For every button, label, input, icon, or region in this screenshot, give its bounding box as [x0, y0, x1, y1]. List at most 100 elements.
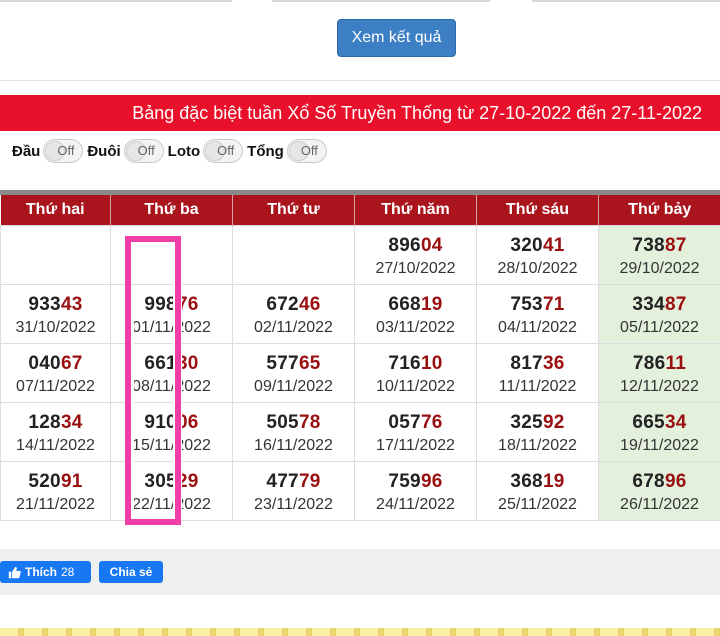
- prize-number-tail: 43: [60, 293, 83, 315]
- result-cell: 57765 09/11/2022: [232, 342, 355, 403]
- result-cell: 12834 14/11/2022: [0, 401, 111, 462]
- prize-number-head: 520: [28, 470, 61, 492]
- result-cell: 99876 01/11/2022: [110, 283, 233, 344]
- prize-number-tail: 19: [542, 470, 565, 492]
- form-field-edge[interactable]: [0, 0, 232, 2]
- filter-toggles: Đầu Off Đuôi Off Loto Off Tổng Off: [12, 138, 331, 164]
- draw-date: 19/11/2022: [620, 436, 699, 454]
- result-cell: 75996 24/11/2022: [354, 460, 477, 521]
- prize-number-head: 368: [510, 470, 543, 492]
- form-field-edge[interactable]: [272, 0, 490, 2]
- prize-number-head: 678: [632, 470, 665, 492]
- prize-number: 52091: [1, 470, 110, 494]
- dau-switch[interactable]: Off: [43, 139, 84, 163]
- facebook-share-button[interactable]: Chia sẻ: [99, 561, 163, 583]
- facebook-like-button[interactable]: Thích 28: [0, 561, 91, 583]
- table-row: 04067 07/11/2022 66130 08/11/2022 57765 09/11…: [0, 342, 720, 403]
- draw-date: 05/11/2022: [620, 318, 699, 336]
- prize-number: 71610: [355, 352, 476, 376]
- result-cell: 30529 22/11/2022: [110, 460, 233, 521]
- prize-number: 67896: [599, 470, 720, 494]
- result-cell: 89604 27/10/2022: [354, 224, 477, 285]
- prize-number: 75371: [477, 293, 598, 317]
- covered-digits: [130, 311, 134, 517]
- draw-date: 07/11/2022: [16, 377, 95, 395]
- loto-switch[interactable]: Off: [203, 139, 244, 163]
- draw-date: 12/11/2022: [620, 377, 699, 395]
- prize-number: 32041: [477, 234, 598, 258]
- result-cell: 91006 15/11/2022: [110, 401, 233, 462]
- prize-number: 67246: [233, 293, 354, 317]
- prize-number-head: 716: [388, 352, 421, 374]
- prize-number-tail: 34: [664, 411, 687, 433]
- form-field-edge[interactable]: [532, 0, 720, 2]
- prize-number: 32592: [477, 411, 598, 435]
- view-results-button[interactable]: Xem kết quả: [337, 19, 456, 57]
- prize-number: 05776: [355, 411, 476, 435]
- like-count: 28: [61, 565, 75, 579]
- result-cell: 78611 12/11/2022: [598, 342, 720, 403]
- prize-number-tail: 79: [298, 470, 321, 492]
- draw-date: 29/10/2022: [619, 259, 700, 277]
- result-cell: 93343 31/10/2022: [0, 283, 111, 344]
- prize-number-tail: 91: [60, 470, 83, 492]
- draw-date: 14/11/2022: [16, 436, 95, 454]
- toggle-loto: Loto Off: [168, 139, 244, 163]
- prize-number: 47779: [233, 470, 354, 494]
- toggle-dau: Đầu Off: [12, 139, 84, 163]
- prize-number: 73887: [599, 234, 720, 258]
- result-cell: 67246 02/11/2022: [232, 283, 355, 344]
- table-row: 12834 14/11/2022 91006 15/11/2022 50578 16/11…: [0, 401, 720, 462]
- bottom-notice-strip: [0, 628, 720, 636]
- switch-state: Off: [137, 143, 155, 158]
- prize-number-tail: 36: [542, 352, 565, 374]
- draw-date: 26/11/2022: [620, 495, 699, 513]
- tong-switch[interactable]: Off: [286, 139, 327, 163]
- result-cell: [110, 224, 233, 285]
- duoi-switch[interactable]: Off: [123, 139, 164, 163]
- result-cell: 66130 08/11/2022: [110, 342, 233, 403]
- prize-number-head: 325: [510, 411, 543, 433]
- result-cell: 75371 04/11/2022: [476, 283, 599, 344]
- result-cell: 66819 03/11/2022: [354, 283, 477, 344]
- result-cell: 36819 25/11/2022: [476, 460, 599, 521]
- prize-number-head: 320: [510, 234, 543, 256]
- toggle-label: Đuôi: [87, 142, 121, 160]
- prize-number-tail: 41: [542, 234, 565, 256]
- prize-number: 57765: [233, 352, 354, 376]
- thumbs-up-icon: [8, 566, 21, 579]
- prize-number-head: 753: [510, 293, 543, 315]
- divider: [0, 80, 720, 81]
- draw-date: 16/11/2022: [254, 436, 333, 454]
- prize-number-head: 334: [632, 293, 665, 315]
- table-row: 89604 27/10/2022 32041 28/10/2022 73887 29/10…: [0, 224, 720, 285]
- prize-number-tail: 65: [298, 352, 321, 374]
- prize-number-head: 477: [266, 470, 299, 492]
- result-cell: 66534 19/11/2022: [598, 401, 720, 462]
- result-cell: 67896 26/11/2022: [598, 460, 720, 521]
- draw-date: 21/11/2022: [16, 495, 95, 513]
- prize-number-tail: 19: [420, 293, 443, 315]
- prize-number-tail: 96: [664, 470, 687, 492]
- prize-number: 81736: [477, 352, 598, 376]
- covered-digits: [173, 242, 182, 519]
- result-cell: 33487 05/11/2022: [598, 283, 720, 344]
- toggle-tong: Tổng Off: [247, 139, 327, 163]
- prize-number-head: 668: [388, 293, 421, 315]
- draw-date: 17/11/2022: [376, 436, 455, 454]
- prize-number-tail: 71: [542, 293, 565, 315]
- col-header-tuesday: Thứ ba: [110, 195, 233, 225]
- prize-number: 36819: [477, 470, 598, 494]
- draw-date: 09/11/2022: [254, 377, 333, 395]
- col-header-monday: Thứ hai: [0, 195, 111, 225]
- prize-number-tail: 34: [60, 411, 83, 433]
- result-cell: 71610 10/11/2022: [354, 342, 477, 403]
- prize-number-head: 933: [28, 293, 61, 315]
- prize-number-tail: 46: [298, 293, 321, 315]
- result-cell: 50578 16/11/2022: [232, 401, 355, 462]
- table-row: 52091 21/11/2022 30529 22/11/2022 47779 23/11…: [0, 460, 720, 521]
- prize-number: 04067: [1, 352, 110, 376]
- prize-number-tail: 78: [298, 411, 321, 433]
- top-form-fields: [0, 0, 720, 4]
- switch-state: Off: [57, 143, 75, 158]
